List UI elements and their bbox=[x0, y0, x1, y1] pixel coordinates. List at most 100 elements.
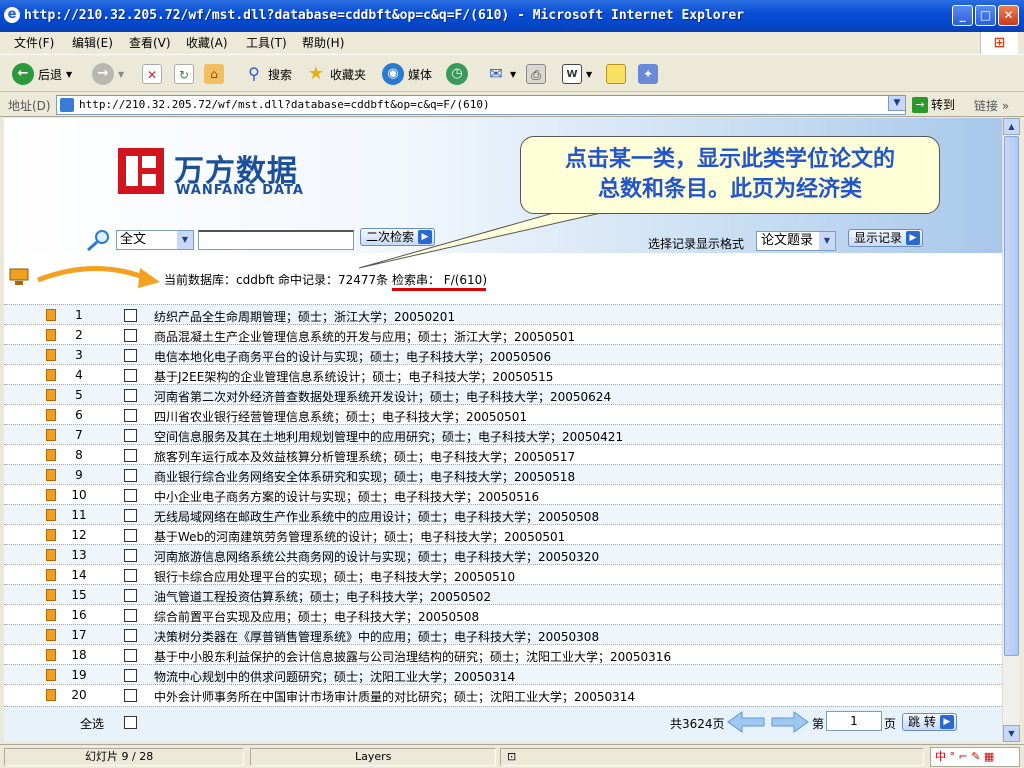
result-checkbox[interactable] bbox=[124, 509, 137, 522]
document-icon[interactable] bbox=[46, 529, 56, 541]
result-checkbox[interactable] bbox=[124, 669, 137, 682]
minimize-button[interactable]: _ bbox=[952, 5, 973, 26]
result-checkbox[interactable] bbox=[124, 569, 137, 582]
result-title[interactable]: 四川省农业银行经营管理信息系统；硕士；电子科技大学；20050501 bbox=[154, 408, 527, 425]
result-title[interactable]: 无线局域网络在邮政生产作业系统中的应用设计；硕士；电子科技大学；20050508 bbox=[154, 508, 599, 525]
result-title[interactable]: 河南省第二次对外经济普查数据处理系统开发设计；硕士；电子科技大学；2005062… bbox=[154, 388, 611, 405]
document-icon[interactable] bbox=[46, 449, 56, 461]
search-scope-select[interactable]: 全文 ▼ bbox=[116, 230, 194, 250]
result-checkbox[interactable] bbox=[124, 649, 137, 662]
result-title[interactable]: 银行卡综合应用处理平台的实现；硕士；电子科技大学；20050510 bbox=[154, 568, 515, 585]
maximize-button[interactable]: □ bbox=[975, 5, 996, 26]
favorites-button[interactable]: ★ 收藏夹 bbox=[306, 61, 366, 87]
menu-tools[interactable]: 工具(T) bbox=[246, 34, 287, 51]
show-records-button[interactable]: 显示记录 ▶ bbox=[848, 229, 924, 247]
result-checkbox[interactable] bbox=[124, 609, 137, 622]
address-input[interactable]: http://210.32.205.72/wf/mst.dll?database… bbox=[56, 95, 906, 115]
document-icon[interactable] bbox=[46, 649, 56, 661]
document-icon[interactable] bbox=[46, 589, 56, 601]
result-checkbox[interactable] bbox=[124, 529, 137, 542]
menu-help[interactable]: 帮助(H) bbox=[302, 34, 344, 51]
edit-dropdown-icon[interactable]: ▼ bbox=[586, 70, 592, 79]
document-icon[interactable] bbox=[46, 629, 56, 641]
print-button[interactable]: ⎙ bbox=[526, 61, 546, 87]
forward-dropdown-icon[interactable]: ▼ bbox=[118, 70, 124, 79]
result-checkbox[interactable] bbox=[124, 589, 137, 602]
scroll-thumb[interactable] bbox=[1004, 136, 1019, 656]
document-icon[interactable] bbox=[46, 669, 56, 681]
result-checkbox[interactable] bbox=[124, 389, 137, 402]
go-button[interactable]: → 转到 bbox=[912, 96, 955, 113]
result-checkbox[interactable] bbox=[124, 409, 137, 422]
result-title[interactable]: 综合前置平台实现及应用；硕士；电子科技大学；20050508 bbox=[154, 608, 479, 625]
next-page-icon[interactable] bbox=[770, 710, 810, 734]
result-title[interactable]: 物流中心规划中的供求问题研究；硕士；沈阳工业大学；20050314 bbox=[154, 668, 515, 685]
page-number-input[interactable]: 1 bbox=[826, 711, 882, 731]
result-checkbox[interactable] bbox=[124, 429, 137, 442]
close-button[interactable]: ✕ bbox=[998, 5, 1019, 26]
document-icon[interactable] bbox=[46, 369, 56, 381]
result-checkbox[interactable] bbox=[124, 549, 137, 562]
search-input[interactable] bbox=[198, 230, 354, 250]
result-checkbox[interactable] bbox=[124, 329, 137, 342]
search-button[interactable]: ⚲ 搜索 bbox=[244, 61, 292, 87]
result-checkbox[interactable] bbox=[124, 689, 137, 702]
result-title[interactable]: 纺织产品全生命周期管理；硕士；浙江大学；20050201 bbox=[154, 308, 455, 325]
forward-button[interactable]: → ▼ bbox=[92, 61, 124, 87]
vertical-scrollbar[interactable]: ▲ ▼ bbox=[1002, 118, 1020, 742]
address-dropdown-icon[interactable]: ▼ bbox=[888, 95, 906, 111]
result-title[interactable]: 中小企业电子商务方案的设计与实现；硕士；电子科技大学；20050516 bbox=[154, 488, 539, 505]
jump-button[interactable]: 跳 转 ▶ bbox=[902, 713, 957, 731]
result-title[interactable]: 电信本地化电子商务平台的设计与实现；硕士；电子科技大学；20050506 bbox=[154, 348, 551, 365]
mail-dropdown-icon[interactable]: ▼ bbox=[510, 70, 516, 79]
document-icon[interactable] bbox=[46, 309, 56, 321]
result-title[interactable]: 商业银行综合业务网络安全体系研究和实现；硕士；电子科技大学；20050518 bbox=[154, 468, 575, 485]
document-icon[interactable] bbox=[46, 469, 56, 481]
document-icon[interactable] bbox=[46, 329, 56, 341]
document-icon[interactable] bbox=[46, 429, 56, 441]
back-button[interactable]: ← 后退 ▼ bbox=[12, 61, 72, 87]
result-checkbox[interactable] bbox=[124, 489, 137, 502]
result-checkbox[interactable] bbox=[124, 369, 137, 382]
media-button[interactable]: ◉ 媒体 bbox=[382, 61, 432, 87]
input-method-tray[interactable]: 中 ° ⌐ ✎ ▦ bbox=[930, 747, 1020, 767]
document-icon[interactable] bbox=[46, 689, 56, 701]
back-dropdown-icon[interactable]: ▼ bbox=[66, 70, 72, 79]
menu-file[interactable]: 文件(F) bbox=[14, 34, 54, 51]
result-title[interactable]: 基于Web的河南建筑劳务管理系统的设计；硕士；电子科技大学；20050501 bbox=[154, 528, 565, 545]
second-search-button[interactable]: 二次检索 ▶ bbox=[360, 228, 436, 246]
result-title[interactable]: 河南旅游信息网络系统公共商务网的设计与实现；硕士；电子科技大学；20050320 bbox=[154, 548, 599, 565]
document-icon[interactable] bbox=[46, 509, 56, 521]
result-checkbox[interactable] bbox=[124, 469, 137, 482]
messenger-button[interactable]: ✦ bbox=[638, 61, 658, 87]
document-icon[interactable] bbox=[46, 389, 56, 401]
result-title[interactable]: 旅客列车运行成本及效益核算分析管理系统；硕士；电子科技大学；20050517 bbox=[154, 448, 575, 465]
result-checkbox[interactable] bbox=[124, 629, 137, 642]
mail-button[interactable]: ✉ ▼ bbox=[486, 61, 516, 87]
document-icon[interactable] bbox=[46, 489, 56, 501]
document-icon[interactable] bbox=[46, 609, 56, 621]
discuss-button[interactable] bbox=[606, 61, 626, 87]
result-title[interactable]: 油气管道工程投资估算系统；硕士；电子科技大学；20050502 bbox=[154, 588, 491, 605]
menu-edit[interactable]: 编辑(E) bbox=[72, 34, 113, 51]
prev-page-icon[interactable] bbox=[726, 710, 766, 734]
result-checkbox[interactable] bbox=[124, 449, 137, 462]
edit-button[interactable]: W ▼ bbox=[562, 61, 592, 87]
result-checkbox[interactable] bbox=[124, 349, 137, 362]
result-checkbox[interactable] bbox=[124, 309, 137, 322]
result-title[interactable]: 中外会计师事务所在中国审计市场审计质量的对比研究；硕士；沈阳工业大学；20050… bbox=[154, 688, 635, 705]
stop-button[interactable]: ✕ bbox=[142, 61, 162, 87]
menu-favorites[interactable]: 收藏(A) bbox=[186, 34, 228, 51]
document-icon[interactable] bbox=[46, 549, 56, 561]
home-button[interactable]: ⌂ bbox=[204, 61, 224, 87]
scroll-down-icon[interactable]: ▼ bbox=[1003, 725, 1020, 742]
result-title[interactable]: 决策树分类器在《厚普销售管理系统》中的应用；硕士；电子科技大学；20050308 bbox=[154, 628, 599, 645]
result-title[interactable]: 空间信息服务及其在土地利用规划管理中的应用研究；硕士；电子科技大学；200504… bbox=[154, 428, 623, 445]
result-title[interactable]: 商品混凝土生产企业管理信息系统的开发与应用；硕士；浙江大学；20050501 bbox=[154, 328, 575, 345]
format-select[interactable]: 论文题录 ▼ bbox=[756, 231, 836, 251]
links-button[interactable]: 链接 » bbox=[974, 97, 1009, 114]
scroll-up-icon[interactable]: ▲ bbox=[1003, 118, 1020, 135]
result-title[interactable]: 基于J2EE架构的企业管理信息系统设计；硕士；电子科技大学；20050515 bbox=[154, 368, 553, 385]
menu-view[interactable]: 查看(V) bbox=[129, 34, 171, 51]
document-icon[interactable] bbox=[46, 569, 56, 581]
